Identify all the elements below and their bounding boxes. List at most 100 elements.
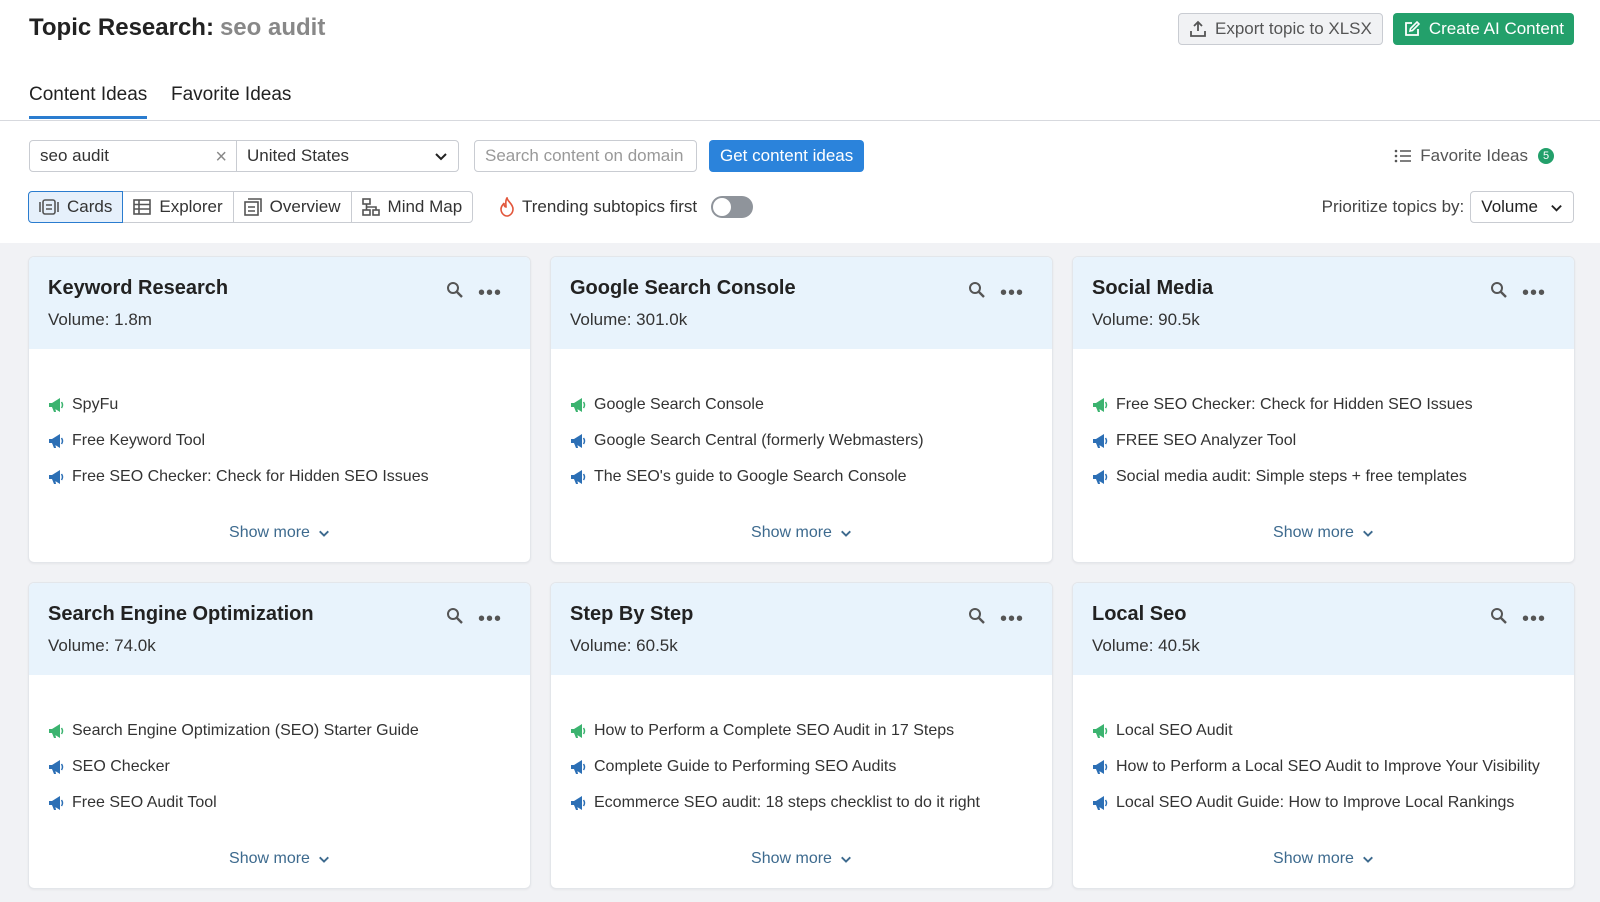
idea-title: Free SEO Audit Tool	[72, 794, 217, 811]
blue-megaphone-icon	[48, 469, 64, 485]
card-idea-list: Google Search Console Google Search Centr…	[551, 349, 1052, 495]
show-more-button[interactable]: Show more	[551, 524, 1052, 542]
list-item[interactable]: Search Engine Optimization (SEO) Starter…	[48, 713, 530, 749]
topic-card: Google Search Console Volume: 301.0k ••• Go…	[550, 256, 1053, 563]
list-item[interactable]: Free SEO Checker: Check for Hidden SEO I…	[48, 459, 530, 495]
favorite-label: Favorite Ideas	[1420, 146, 1528, 165]
show-more-button[interactable]: Show more	[1073, 850, 1574, 868]
blue-megaphone-icon	[1092, 795, 1108, 811]
more-options-icon[interactable]: •••	[1000, 283, 1024, 303]
volume-label: Volume:	[570, 636, 632, 655]
card-header: Search Engine Optimization Volume: 74.0k •…	[29, 583, 530, 675]
card-idea-list: SpyFu Free Keyword Tool Free SEO Checker: …	[29, 349, 530, 495]
list-item[interactable]: Google Search Central (formerly Webmaste…	[570, 423, 1052, 459]
title-prefix: Topic Research:	[29, 14, 214, 41]
card-idea-list: Local SEO Audit How to Perform a Local SE…	[1073, 675, 1574, 821]
prioritize-control: Prioritize topics by: Volume	[1322, 191, 1574, 223]
view-mind-map-button[interactable]: Mind Map	[350, 191, 474, 223]
list-item[interactable]: Free SEO Audit Tool	[48, 785, 530, 821]
blue-megaphone-icon	[48, 795, 64, 811]
search-icon[interactable]	[446, 607, 464, 630]
show-more-label: Show more	[1273, 524, 1354, 541]
search-icon[interactable]	[968, 607, 986, 630]
clear-icon[interactable]: ×	[215, 146, 227, 169]
keyword-input[interactable]: seo audit ×	[29, 140, 237, 172]
green-megaphone-icon	[48, 723, 64, 739]
card-idea-list: Free SEO Checker: Check for Hidden SEO I…	[1073, 349, 1574, 495]
list-item[interactable]: FREE SEO Analyzer Tool	[1092, 423, 1574, 459]
search-icon[interactable]	[968, 281, 986, 304]
show-more-button[interactable]: Show more	[551, 850, 1052, 868]
list-item[interactable]: Complete Guide to Performing SEO Audits	[570, 749, 1052, 785]
list-item[interactable]: Free SEO Checker: Check for Hidden SEO I…	[1092, 387, 1574, 423]
view-cards-button[interactable]: Cards	[28, 191, 124, 223]
search-row: seo audit × United States Search content…	[29, 140, 1574, 172]
idea-title: The SEO's guide to Google Search Console	[594, 468, 907, 485]
card-volume: Volume: 1.8m	[48, 310, 511, 330]
blue-megaphone-icon	[1092, 469, 1108, 485]
search-icon[interactable]	[1490, 607, 1508, 630]
green-megaphone-icon	[1092, 397, 1108, 413]
list-item[interactable]: Free Keyword Tool	[48, 423, 530, 459]
card-title: Local Seo	[1092, 603, 1187, 625]
list-item[interactable]: SEO Checker	[48, 749, 530, 785]
list-item[interactable]: Ecommerce SEO audit: 18 steps checklist …	[570, 785, 1052, 821]
tab-favorite-ideas[interactable]: Favorite Ideas	[171, 84, 291, 116]
get-content-ideas-button[interactable]: Get content ideas	[709, 140, 865, 172]
card-volume: Volume: 90.5k	[1092, 310, 1555, 330]
idea-title: Search Engine Optimization (SEO) Starter…	[72, 722, 419, 739]
chevron-down-icon	[319, 856, 329, 863]
idea-title: Local SEO Audit	[1116, 722, 1233, 739]
list-item[interactable]: Local SEO Audit Guide: How to Improve Lo…	[1092, 785, 1574, 821]
blue-megaphone-icon	[570, 759, 586, 775]
show-more-button[interactable]: Show more	[29, 524, 530, 542]
card-volume: Volume: 301.0k	[570, 310, 1033, 330]
trending-toggle[interactable]	[711, 196, 754, 218]
more-options-icon[interactable]: •••	[1522, 609, 1546, 629]
list-item[interactable]: Local SEO Audit	[1092, 713, 1574, 749]
idea-title: Google Search Central (formerly Webmaste…	[594, 432, 924, 449]
more-options-icon[interactable]: •••	[1522, 283, 1546, 303]
favorite-ideas-link[interactable]: Favorite Ideas 5	[1394, 140, 1554, 172]
more-options-icon[interactable]: •••	[478, 283, 502, 303]
green-megaphone-icon	[1092, 723, 1108, 739]
create-ai-content-button[interactable]: Create AI Content	[1392, 13, 1574, 45]
list-item[interactable]: The SEO's guide to Google Search Console	[570, 459, 1052, 495]
chevron-down-icon	[841, 856, 851, 863]
card-volume: Volume: 74.0k	[48, 636, 511, 656]
volume-label: Volume:	[1092, 310, 1154, 329]
idea-title: Free SEO Checker: Check for Hidden SEO I…	[72, 468, 429, 485]
trending-subtopics: Trending subtopics first	[498, 191, 754, 223]
topic-card: Keyword Research Volume: 1.8m ••• SpyFu Free…	[28, 256, 531, 563]
list-item[interactable]: Google Search Console	[570, 387, 1052, 423]
list-item[interactable]: SpyFu	[48, 387, 530, 423]
prioritize-select[interactable]: Volume	[1470, 191, 1574, 223]
view-explorer-button[interactable]: Explorer	[122, 191, 234, 223]
chevron-down-icon	[1551, 204, 1562, 212]
idea-title: Local SEO Audit Guide: How to Improve Lo…	[1116, 794, 1515, 811]
show-more-button[interactable]: Show more	[29, 850, 530, 868]
export-xlsx-button[interactable]: Export topic to XLSX	[1177, 13, 1383, 45]
list-item[interactable]: How to Perform a Complete SEO Audit in 1…	[570, 713, 1052, 749]
view-mind-map-label: Mind Map	[387, 197, 463, 216]
domain-search-input[interactable]: Search content on domain	[474, 140, 697, 172]
idea-title: Google Search Console	[594, 396, 764, 413]
green-megaphone-icon	[570, 723, 586, 739]
tab-content-ideas[interactable]: Content Ideas	[29, 84, 148, 119]
more-options-icon[interactable]: •••	[1000, 609, 1024, 629]
country-select[interactable]: United States	[236, 140, 459, 172]
view-overview-button[interactable]: Overview	[232, 191, 352, 223]
volume-label: Volume:	[48, 636, 110, 655]
topic-card: Local Seo Volume: 40.5k ••• Local SEO Audit…	[1072, 582, 1575, 889]
volume-label: Volume:	[570, 310, 632, 329]
show-more-button[interactable]: Show more	[1073, 524, 1574, 542]
more-options-icon[interactable]: •••	[478, 609, 502, 629]
card-volume: Volume: 60.5k	[570, 636, 1033, 656]
search-icon[interactable]	[1490, 281, 1508, 304]
list-item[interactable]: How to Perform a Local SEO Audit to Impr…	[1092, 749, 1574, 785]
edit-icon	[1404, 20, 1420, 36]
list-item[interactable]: Social media audit: Simple steps + free …	[1092, 459, 1574, 495]
view-switcher: Cards Explorer Overview Mind Map	[28, 191, 474, 223]
card-idea-list: Search Engine Optimization (SEO) Starter…	[29, 675, 530, 821]
search-icon[interactable]	[446, 281, 464, 304]
